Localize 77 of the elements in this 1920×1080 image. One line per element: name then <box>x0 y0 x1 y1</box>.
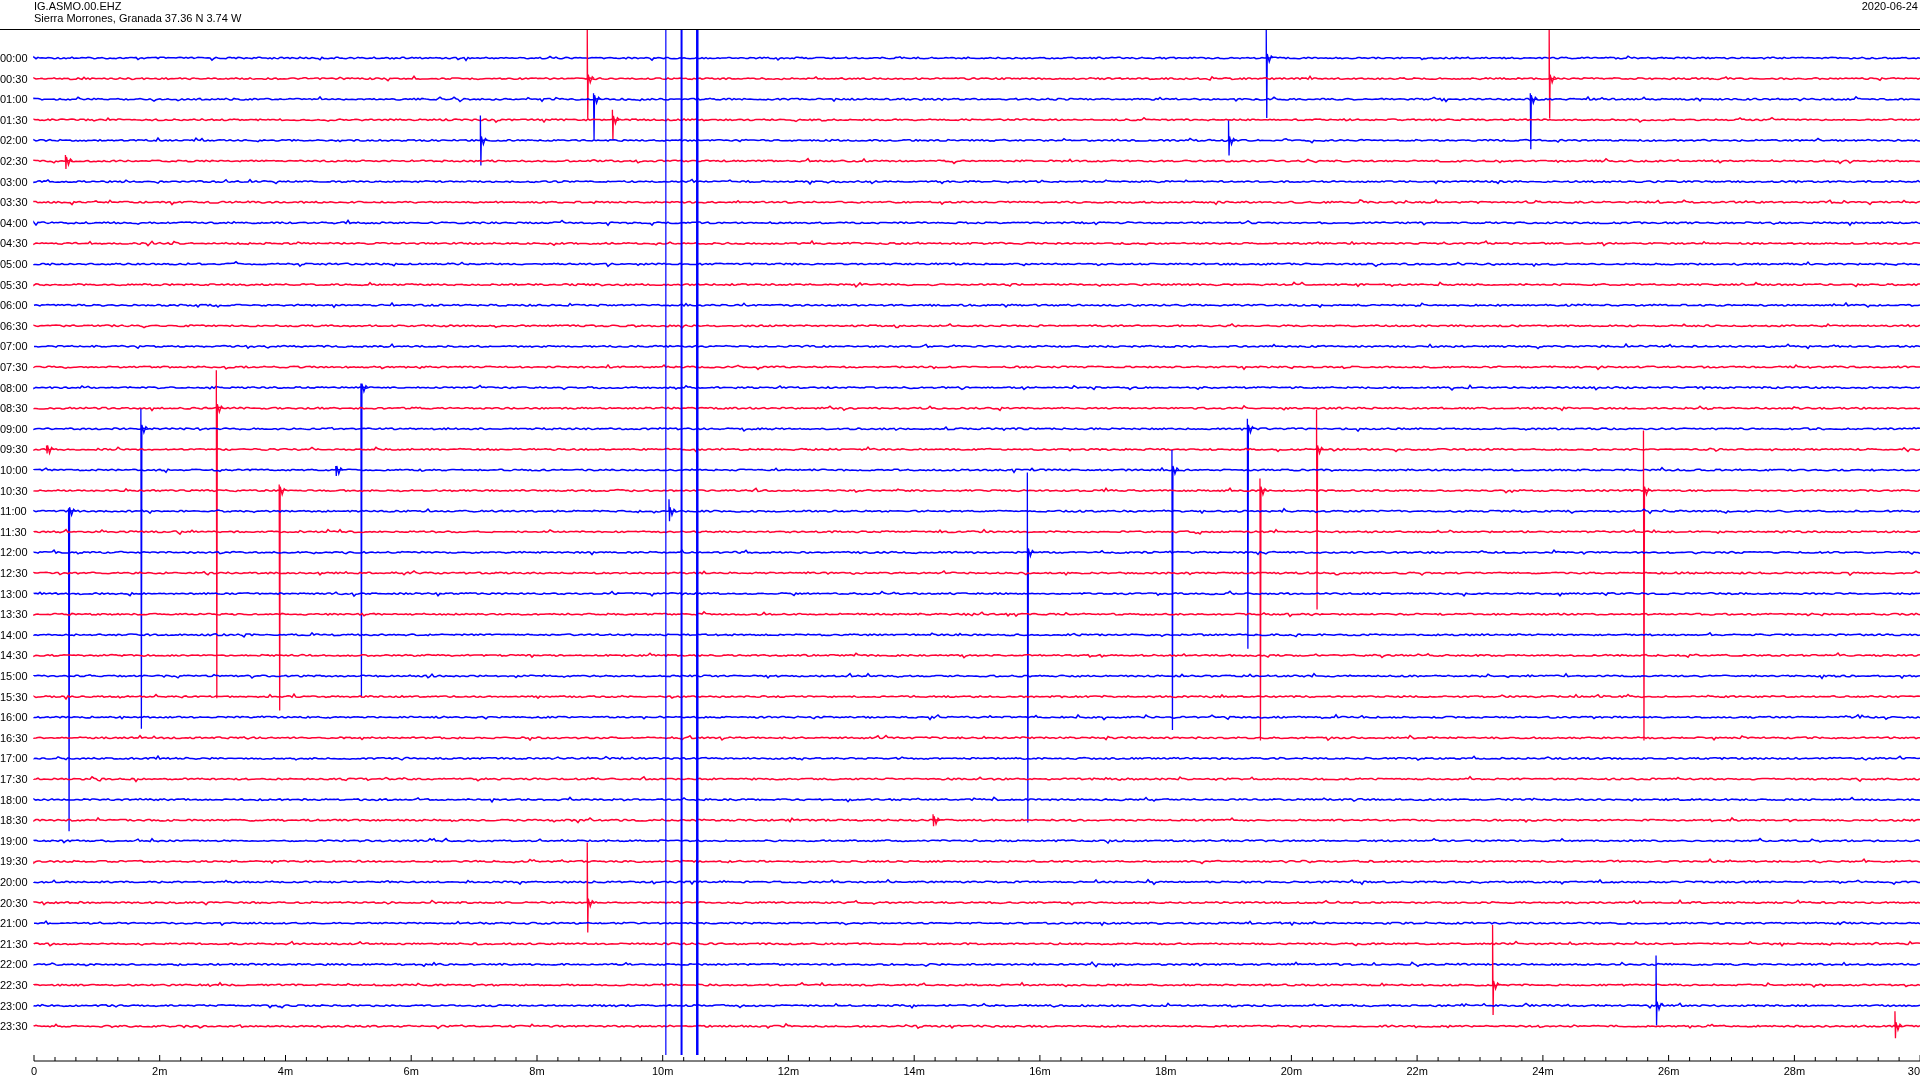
time-label: 10:30 <box>0 484 28 497</box>
time-label: 04:00 <box>0 216 28 229</box>
event-spike <box>64 154 74 170</box>
event-spike <box>45 444 55 456</box>
time-label: 17:00 <box>0 752 28 765</box>
axis-label: 4m <box>277 1065 294 1077</box>
axis-label: 6m <box>403 1065 419 1077</box>
axis-label: 14m <box>903 1065 925 1077</box>
time-label: 21:00 <box>0 917 28 930</box>
time-label: 09:00 <box>0 422 28 435</box>
time-label: 15:30 <box>0 690 28 703</box>
event-spike <box>479 114 489 167</box>
axis-label: 26m <box>1657 1065 1680 1077</box>
time-label: 00:30 <box>0 72 28 85</box>
time-label: 12:30 <box>0 567 28 579</box>
time-label: 10:00 <box>0 464 28 476</box>
time-label: 20:30 <box>0 896 28 909</box>
time-label: 19:30 <box>0 855 28 868</box>
axis-label: 20m <box>1280 1065 1303 1077</box>
time-label: 16:00 <box>0 711 28 724</box>
time-label: 13:00 <box>0 587 28 600</box>
time-label: 23:00 <box>0 999 28 1012</box>
event-spike <box>611 109 621 141</box>
axis-label: 22m <box>1406 1065 1428 1077</box>
time-label: 16:30 <box>0 731 28 744</box>
axis-label: 12m <box>777 1065 800 1077</box>
time-label: 01:30 <box>0 113 28 126</box>
time-label: 14:00 <box>0 628 28 641</box>
time-label: 03:30 <box>0 196 28 209</box>
time-label: 08:00 <box>0 381 28 394</box>
time-label: 19:00 <box>0 834 28 847</box>
axis-label: 16m <box>1029 1065 1051 1077</box>
time-label: 01:00 <box>0 93 28 106</box>
axis-label: 2m <box>152 1065 168 1077</box>
axis-label: 24m <box>1532 1065 1554 1077</box>
axis-label: 10m <box>652 1065 674 1077</box>
time-label: 13:30 <box>0 608 28 621</box>
time-label: 15:00 <box>0 670 28 682</box>
time-label: 18:00 <box>0 793 28 806</box>
time-label: 22:30 <box>0 979 28 991</box>
time-label: 20:00 <box>0 876 28 888</box>
axis-label: 18m <box>1154 1065 1177 1077</box>
time-label: 08:30 <box>0 402 28 415</box>
station-location: Sierra Morrones, Granada 37.36 N 3.74 W <box>34 12 242 24</box>
time-label: 06:30 <box>0 319 28 332</box>
station-code: IG.ASMO.00.EHZ <box>34 0 123 12</box>
event-spike <box>932 813 941 827</box>
time-label: 02:30 <box>0 155 28 167</box>
time-label: 12:00 <box>0 546 28 559</box>
time-label: 00:00 <box>0 52 28 64</box>
event-spike <box>1894 1010 1903 1039</box>
time-label: 11:00 <box>0 505 27 518</box>
time-label: 07:00 <box>0 340 28 353</box>
time-label: 07:30 <box>0 361 28 373</box>
axis-label: 28m <box>1783 1065 1806 1077</box>
event-spike <box>335 465 344 477</box>
time-label: 17:30 <box>0 773 28 785</box>
time-label: 14:30 <box>0 649 28 662</box>
time-label: 03:00 <box>0 175 28 188</box>
time-label: 18:30 <box>0 814 28 827</box>
time-label: 05:30 <box>0 278 28 291</box>
time-label: 05:00 <box>0 258 28 270</box>
time-label: 04:30 <box>0 237 28 250</box>
axis-label: 30 <box>1907 1065 1920 1077</box>
event-spike <box>668 498 677 522</box>
time-label: 09:30 <box>0 443 28 456</box>
axis-label: 0 <box>30 1065 38 1077</box>
time-label: 23:30 <box>0 1020 28 1033</box>
axis-label: 8m <box>529 1065 545 1077</box>
time-label: 06:00 <box>0 299 28 312</box>
time-label: 11:30 <box>0 525 27 538</box>
time-label: 22:00 <box>0 958 28 971</box>
event-spike <box>1227 119 1237 157</box>
time-label: 02:00 <box>0 134 28 147</box>
event-spike <box>1529 92 1538 150</box>
time-label: 21:30 <box>0 937 28 950</box>
date-label: 2020-06-24 <box>1861 0 1918 14</box>
